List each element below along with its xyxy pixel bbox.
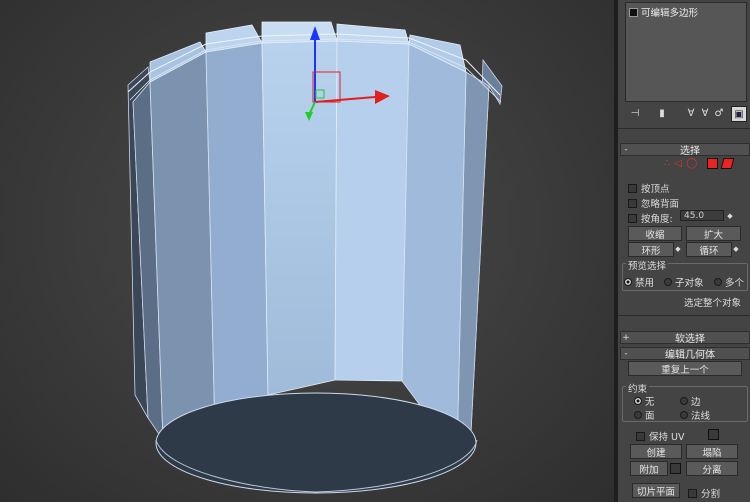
collapse-button[interactable]: 塌陷 <box>686 444 738 459</box>
rollout-soft-selection[interactable]: + 软选择 <box>620 331 750 345</box>
constraint-none-radio[interactable]: 无 <box>634 394 655 408</box>
preview-subobject-radio[interactable]: 子对象 <box>664 275 704 289</box>
ring-spinner[interactable]: ◆ <box>674 242 682 255</box>
preview-disabled-radio[interactable]: 禁用 <box>624 275 654 289</box>
configure-modifier-sets-icon[interactable]: ♂ <box>712 106 726 120</box>
slice-plane-button[interactable]: 切片平面 <box>632 483 680 498</box>
stack-toolbar: ⊣ <box>628 106 642 120</box>
angle-input[interactable]: 45.0 <box>680 210 724 221</box>
command-panel: 可编辑多边形 ⊣ ▮ ∀ ∀ ♂ ▣ - 选择 ∴ ◁ ◯ 按顶点 忽略背面 按… <box>618 0 750 502</box>
modifier-stack-item[interactable]: 可编辑多边形 <box>629 5 698 19</box>
modifier-stack-list[interactable]: 可编辑多边形 <box>625 2 747 102</box>
attach-list-icon[interactable] <box>670 463 681 474</box>
rollout-edit-geometry[interactable]: - 编辑几何体 <box>620 347 750 361</box>
loop-spinner[interactable]: ◆ <box>732 242 740 255</box>
constraint-normal-radio[interactable]: 法线 <box>680 408 710 422</box>
remove-modifier-icon[interactable]: ∀ <box>698 106 712 120</box>
grow-button[interactable]: 扩大 <box>686 226 741 241</box>
constraint-face-radio[interactable]: 面 <box>634 408 655 422</box>
polygon-level-icon[interactable] <box>707 158 719 169</box>
by-angle-checkbox[interactable]: 按角度: <box>628 211 673 225</box>
cup-mesh[interactable] <box>0 0 614 502</box>
ring-button[interactable]: 环形 <box>628 242 674 257</box>
split-checkbox[interactable]: 分割 <box>688 486 720 500</box>
vertex-level-icon[interactable]: ∴ <box>664 158 670 169</box>
selection-status-text: 选定整个对象 <box>684 298 742 309</box>
command-panel-display-icon[interactable]: ▣ <box>731 106 747 122</box>
create-button[interactable]: 创建 <box>630 444 682 459</box>
viewport-perspective[interactable] <box>0 0 614 502</box>
shrink-button[interactable]: 收缩 <box>628 226 682 241</box>
ignore-backfacing-checkbox[interactable]: 忽略背面 <box>628 196 679 210</box>
preview-multi-radio[interactable]: 多个 <box>714 275 744 289</box>
border-level-icon[interactable]: ◯ <box>686 158 697 169</box>
preserve-uv-settings-icon[interactable] <box>708 429 719 440</box>
repeat-last-button[interactable]: 重复上一个 <box>628 361 742 376</box>
detach-button[interactable]: 分离 <box>686 461 738 476</box>
loop-button[interactable]: 循环 <box>686 242 732 257</box>
make-unique-icon[interactable]: ∀ <box>684 106 698 120</box>
preserve-uv-checkbox[interactable]: 保持 UV <box>636 429 684 443</box>
by-vertex-checkbox[interactable]: 按顶点 <box>628 181 670 195</box>
pin-stack-icon[interactable]: ⊣ <box>628 106 642 120</box>
element-level-icon[interactable] <box>720 158 735 169</box>
angle-spinner[interactable]: ◆ <box>726 209 734 222</box>
attach-button[interactable]: 附加 <box>630 461 668 476</box>
edge-level-icon[interactable]: ◁ <box>674 158 682 169</box>
rollout-selection[interactable]: - 选择 <box>620 143 750 157</box>
show-end-result-icon[interactable]: ▮ <box>655 106 669 120</box>
subobject-level-toolbar: ∴ ◁ ◯ <box>664 158 735 169</box>
expand-icon[interactable] <box>629 7 638 17</box>
constraint-edge-radio[interactable]: 边 <box>680 394 701 408</box>
